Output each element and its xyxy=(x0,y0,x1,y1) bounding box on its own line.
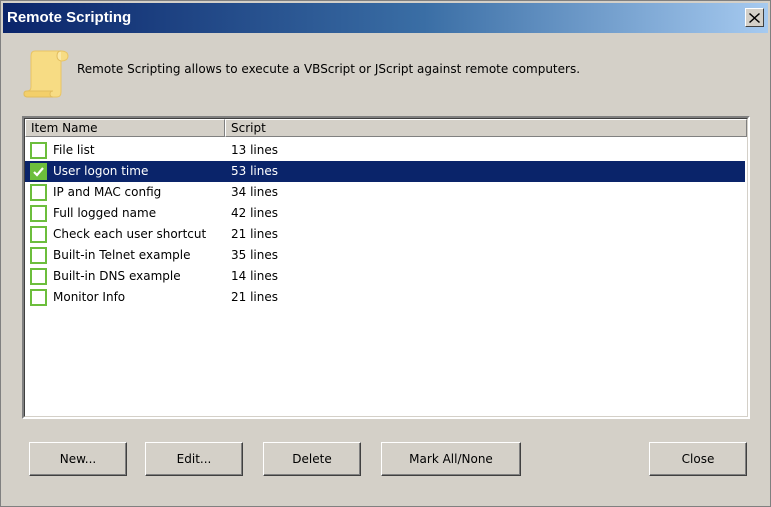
new-button[interactable]: New... xyxy=(29,442,127,476)
row-checkbox[interactable] xyxy=(30,268,47,285)
item-name-cell: IP and MAC config xyxy=(53,185,162,199)
row-checkbox[interactable] xyxy=(30,142,47,159)
window-title: Remote Scripting xyxy=(7,9,132,26)
close-window-button[interactable] xyxy=(745,8,764,27)
scroll-icon xyxy=(21,47,71,99)
script-list[interactable]: Item Name Script File list 13 lines User l… xyxy=(22,116,750,419)
list-header: Item Name Script xyxy=(25,119,747,137)
item-name-cell: Built-in Telnet example xyxy=(53,248,191,262)
list-item[interactable]: Monitor Info 21 lines xyxy=(25,287,745,308)
item-name-cell: Check each user shortcut xyxy=(53,227,207,241)
list-item[interactable]: IP and MAC config 34 lines xyxy=(25,182,745,203)
delete-button[interactable]: Delete xyxy=(263,442,361,476)
item-name-cell: Built-in DNS example xyxy=(53,269,181,283)
list-item[interactable]: File list 13 lines xyxy=(25,140,745,161)
column-header-item-name[interactable]: Item Name xyxy=(25,119,225,137)
row-checkbox[interactable] xyxy=(30,163,47,180)
script-cell: 21 lines xyxy=(231,227,278,241)
remote-scripting-dialog: Remote Scripting Remote Scripting allows… xyxy=(0,0,771,507)
description-text: Remote Scripting allows to execute a VBS… xyxy=(77,62,581,76)
list-item[interactable]: Built-in DNS example 14 lines xyxy=(25,266,745,287)
row-checkbox[interactable] xyxy=(30,184,47,201)
title-bar[interactable]: Remote Scripting xyxy=(3,3,768,33)
script-cell: 53 lines xyxy=(231,164,278,178)
list-rows: File list 13 lines User logon time 53 lines… xyxy=(25,140,745,308)
item-name-cell: File list xyxy=(53,143,95,157)
item-name-cell: Full logged name xyxy=(53,206,157,220)
row-checkbox[interactable] xyxy=(30,289,47,306)
list-item[interactable]: Built-in Telnet example 35 lines xyxy=(25,245,745,266)
list-item[interactable]: Full logged name 42 lines xyxy=(25,203,745,224)
item-name-cell: Monitor Info xyxy=(53,290,126,304)
column-header-script[interactable]: Script xyxy=(225,119,747,137)
row-checkbox[interactable] xyxy=(30,205,47,222)
edit-button[interactable]: Edit... xyxy=(145,442,243,476)
script-cell: 14 lines xyxy=(231,269,278,283)
close-icon xyxy=(749,12,760,23)
script-cell: 42 lines xyxy=(231,206,278,220)
list-item[interactable]: Check each user shortcut 21 lines xyxy=(25,224,745,245)
row-checkbox[interactable] xyxy=(30,226,47,243)
script-cell: 35 lines xyxy=(231,248,278,262)
mark-all-none-button[interactable]: Mark All/None xyxy=(381,442,521,476)
script-cell: 34 lines xyxy=(231,185,278,199)
close-button[interactable]: Close xyxy=(649,442,747,476)
list-item[interactable]: User logon time 53 lines xyxy=(25,161,745,182)
script-cell: 13 lines xyxy=(231,143,278,157)
script-cell: 21 lines xyxy=(231,290,278,304)
row-checkbox[interactable] xyxy=(30,247,47,264)
item-name-cell: User logon time xyxy=(53,164,149,178)
